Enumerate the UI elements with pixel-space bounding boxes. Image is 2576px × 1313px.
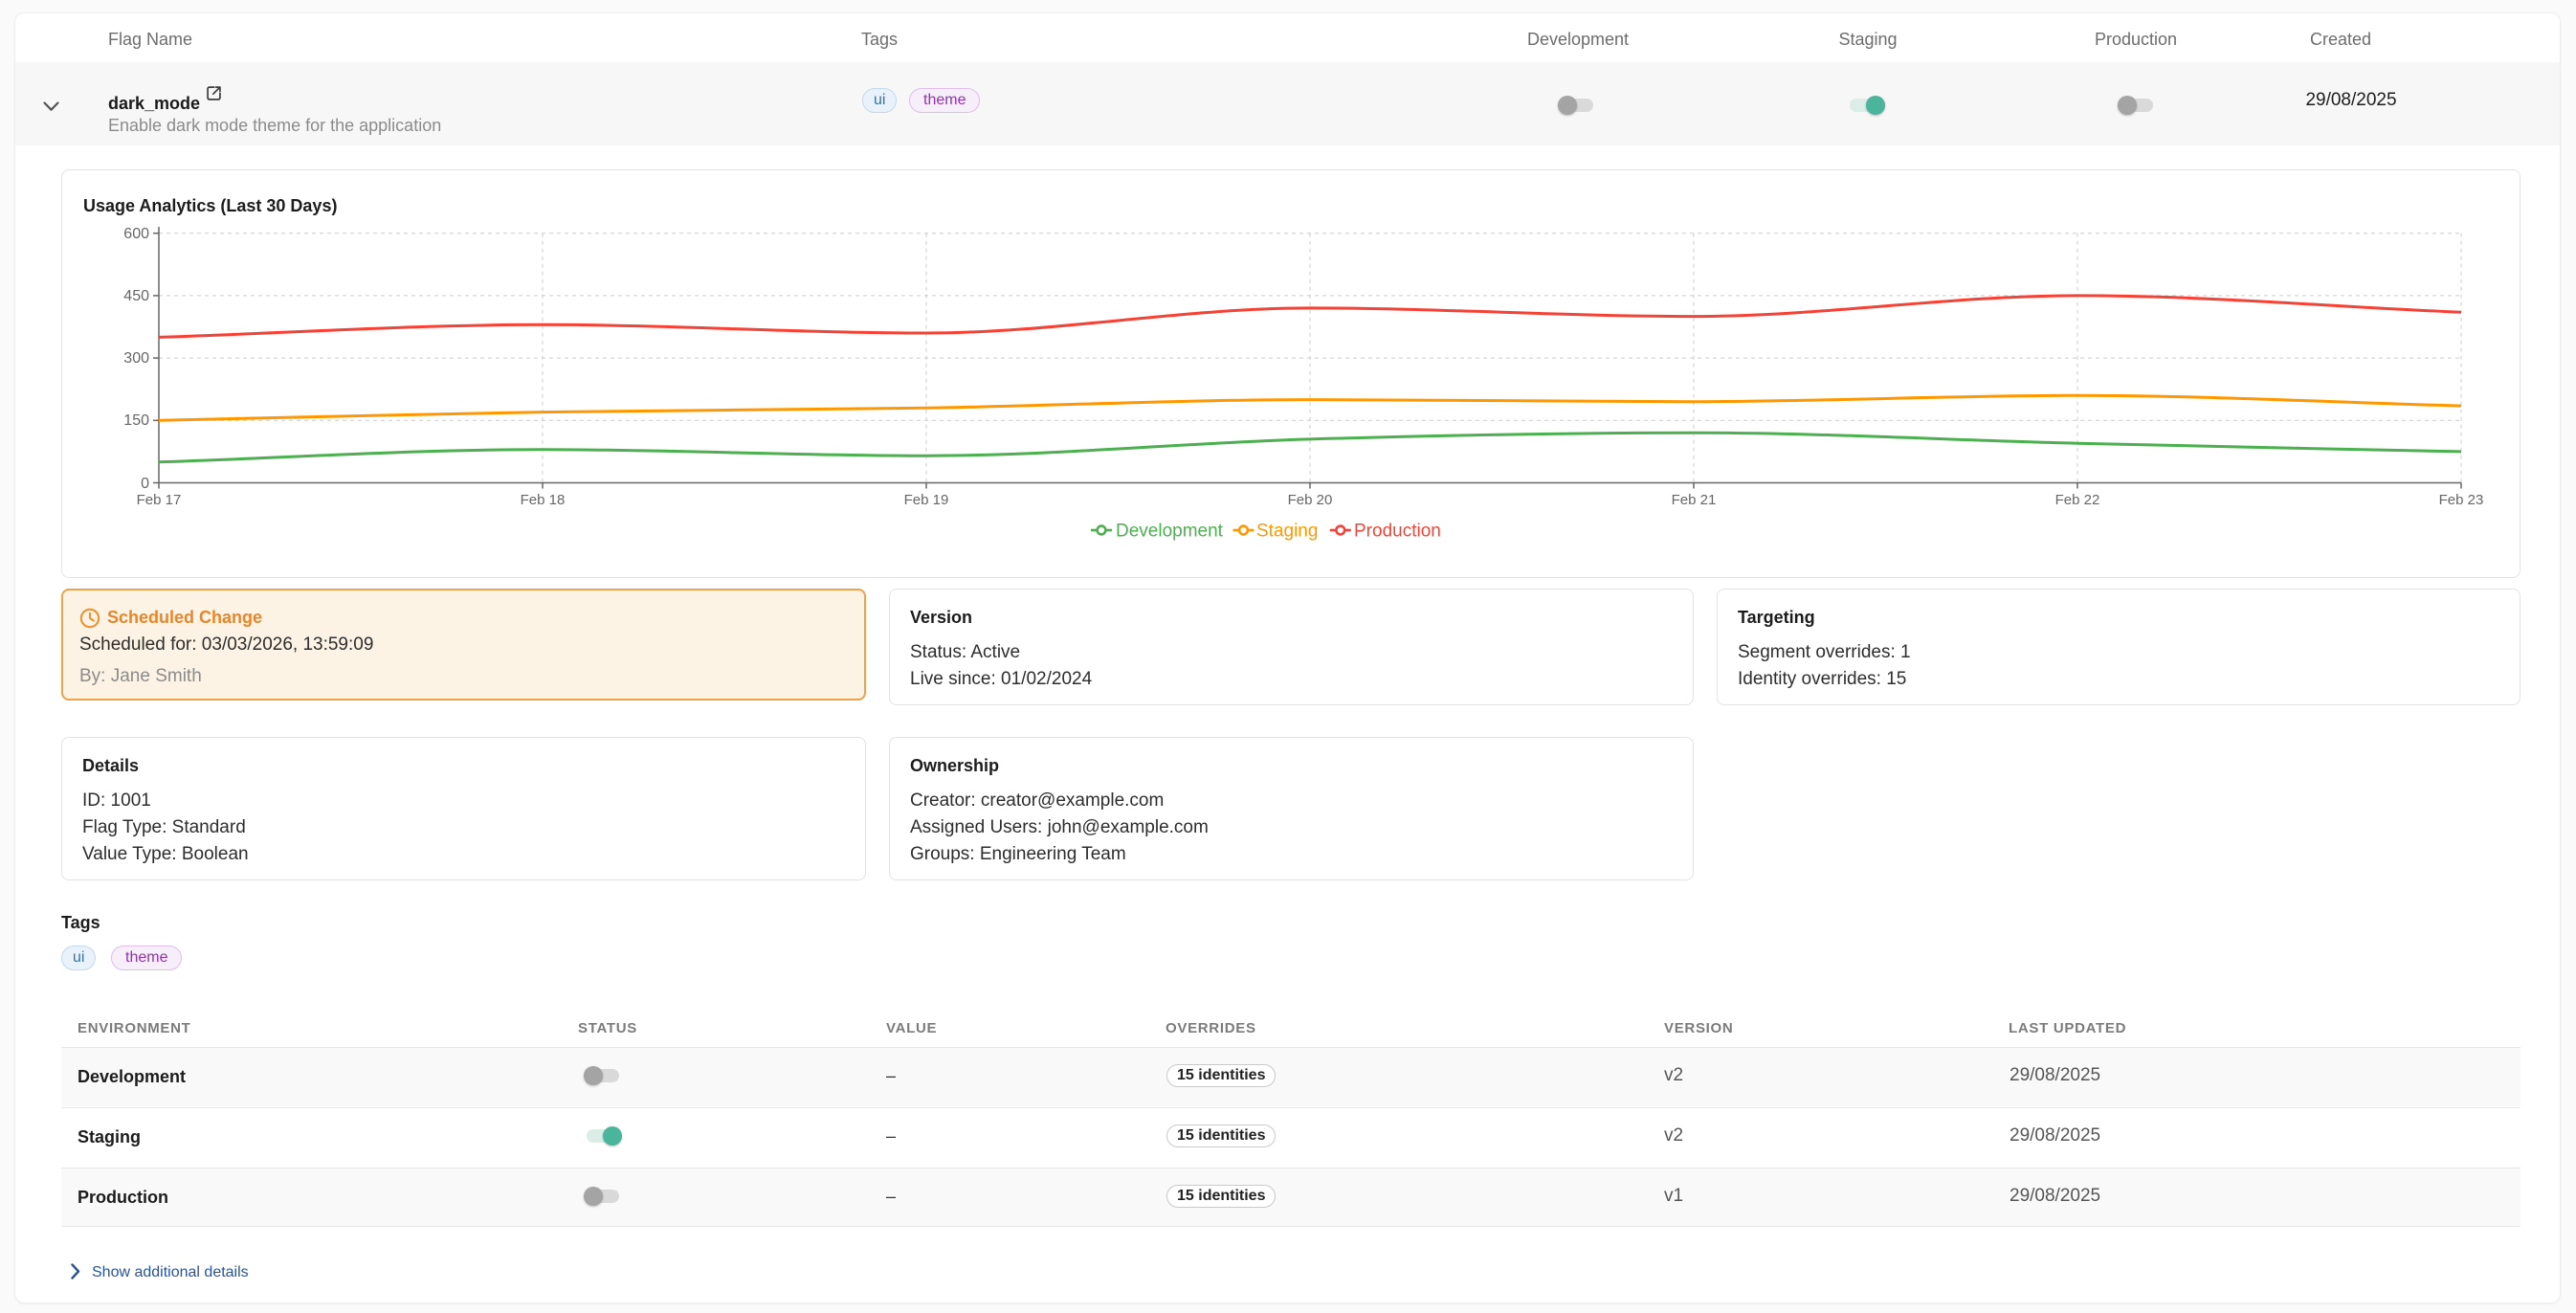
svg-text:600: 600 [123,226,149,242]
svg-text:150: 150 [123,412,149,429]
svg-text:Feb 17: Feb 17 [137,492,182,508]
svg-text:Production: Production [1354,522,1441,542]
svg-text:Feb 21: Feb 21 [1672,492,1717,508]
svg-text:Development: Development [1116,522,1224,542]
svg-text:Staging: Staging [1256,522,1318,542]
svg-text:Feb 18: Feb 18 [521,492,566,508]
svg-text:450: 450 [123,288,149,304]
svg-text:0: 0 [141,476,149,492]
svg-text:Feb 23: Feb 23 [2439,492,2484,508]
svg-text:Feb 20: Feb 20 [1288,492,1333,508]
svg-text:Feb 22: Feb 22 [2055,492,2100,508]
svg-text:Feb 19: Feb 19 [904,492,949,508]
svg-text:300: 300 [123,350,149,367]
